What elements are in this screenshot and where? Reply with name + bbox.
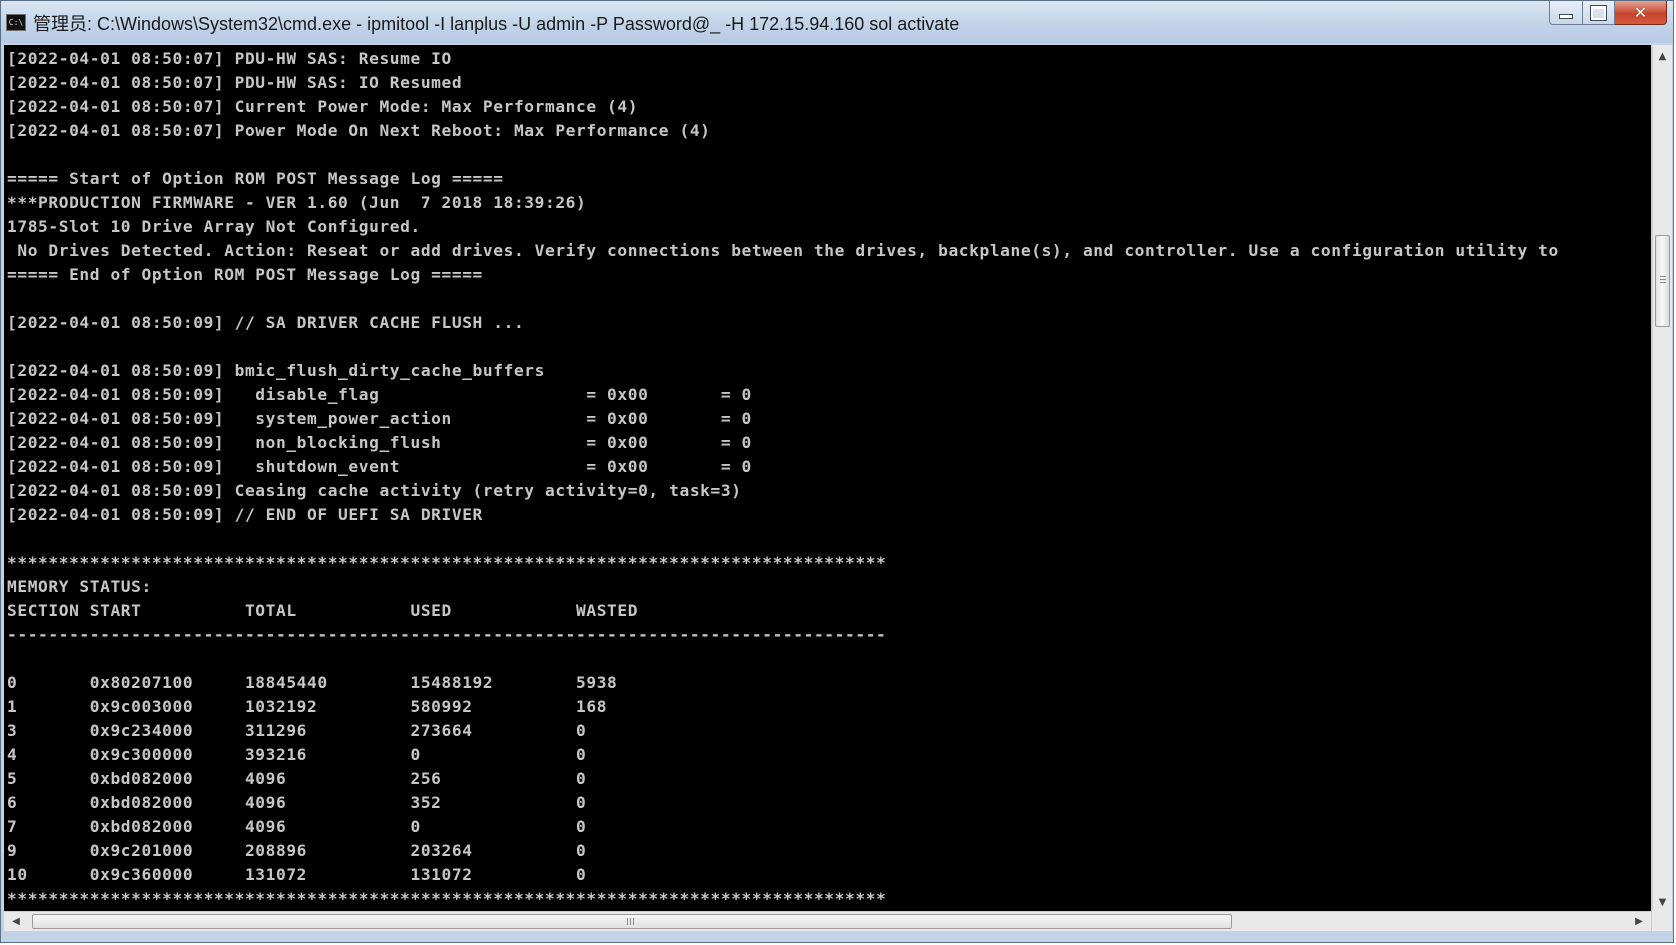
console-line: [2022-04-01 08:50:09] non_blocking_flush…	[7, 433, 752, 452]
maximize-button[interactable]	[1583, 1, 1615, 25]
console-line: ****************************************…	[7, 889, 887, 908]
scroll-left-arrow-icon[interactable]: ◀	[6, 912, 26, 931]
console-line: MEMORY STATUS:	[7, 577, 152, 596]
scroll-right-arrow-icon[interactable]: ▶	[1629, 912, 1649, 931]
console-line: SECTION START TOTAL USED WASTED	[7, 601, 639, 620]
window-title: 管理员: C:\Windows\System32\cmd.exe - ipmit…	[33, 14, 960, 34]
console-line: [2022-04-01 08:50:09] disable_flag = 0x0…	[7, 385, 752, 404]
console-line: [2022-04-01 08:50:07] Current Power Mode…	[7, 97, 639, 116]
scroll-up-arrow-icon[interactable]: ▲	[1653, 47, 1672, 65]
thumb-grip-icon	[1660, 276, 1666, 284]
console-line: 0 0x80207100 18845440 15488192 5938	[7, 673, 618, 692]
console-line: 6 0xbd082000 4096 352 0	[7, 793, 587, 812]
console-line: No Drives Detected. Action: Reseat or ad…	[7, 241, 1559, 260]
thumb-grip-icon	[627, 918, 635, 925]
scroll-down-arrow-icon[interactable]: ▼	[1653, 893, 1672, 911]
console-line: [2022-04-01 08:50:09] shutdown_event = 0…	[7, 457, 752, 476]
horizontal-scroll-thumb[interactable]	[32, 914, 1232, 929]
console-line: [2022-04-01 08:50:09] // END OF UEFI SA …	[7, 505, 483, 524]
minimize-icon	[1559, 14, 1573, 19]
title-bar[interactable]: C:\ 管理员: C:\Windows\System32\cmd.exe - i…	[1, 1, 1673, 43]
console-line: ****************************************…	[7, 553, 887, 572]
console-line: [2022-04-01 08:50:07] PDU-HW SAS: Resume…	[7, 49, 452, 68]
vertical-scroll-thumb[interactable]	[1655, 235, 1670, 327]
console-line: [2022-04-01 08:50:09] // SA DRIVER CACHE…	[7, 313, 525, 332]
console-line: ===== End of Option ROM POST Message Log…	[7, 265, 483, 284]
vertical-scrollbar[interactable]: ▲ ▼	[1652, 45, 1672, 911]
console-line: ***PRODUCTION FIRMWARE - VER 1.60 (Jun 7…	[7, 193, 587, 212]
console-line: [2022-04-01 08:50:09] system_power_actio…	[7, 409, 752, 428]
cmd-app-icon[interactable]: C:\	[6, 14, 26, 31]
console-text: [2022-04-01 08:50:07] PDU-HW SAS: Resume…	[4, 45, 1651, 911]
close-button[interactable]: ✕	[1615, 1, 1667, 25]
console-line: [2022-04-01 08:50:09] Ceasing cache acti…	[7, 481, 742, 500]
console-line: 1785-Slot 10 Drive Array Not Configured.	[7, 217, 421, 236]
console-line: 3 0x9c234000 311296 273664 0	[7, 721, 587, 740]
console-line: ----------------------------------------…	[7, 625, 887, 644]
console-output[interactable]: [2022-04-01 08:50:07] PDU-HW SAS: Resume…	[4, 45, 1651, 911]
resize-corner[interactable]	[1652, 911, 1672, 931]
caption-buttons: ✕	[1549, 1, 1667, 29]
console-line: 7 0xbd082000 4096 0 0	[7, 817, 587, 836]
maximize-icon	[1590, 4, 1607, 21]
close-icon: ✕	[1633, 3, 1648, 22]
console-line: 10 0x9c360000 131072 131072 0	[7, 865, 587, 884]
console-line: [2022-04-01 08:50:07] PDU-HW SAS: IO Res…	[7, 73, 463, 92]
horizontal-scrollbar[interactable]: ◀ ▶	[4, 911, 1651, 931]
console-line: 4 0x9c300000 393216 0 0	[7, 745, 587, 764]
cmd-window: C:\ 管理员: C:\Windows\System32\cmd.exe - i…	[0, 0, 1674, 943]
minimize-button[interactable]	[1549, 1, 1583, 25]
console-line: ===== Start of Option ROM POST Message L…	[7, 169, 504, 188]
console-line: 9 0x9c201000 208896 203264 0	[7, 841, 587, 860]
console-line: [2022-04-01 08:50:07] Power Mode On Next…	[7, 121, 711, 140]
console-line: 1 0x9c003000 1032192 580992 168	[7, 697, 608, 716]
console-line: 5 0xbd082000 4096 256 0	[7, 769, 587, 788]
console-line: [2022-04-01 08:50:09] bmic_flush_dirty_c…	[7, 361, 545, 380]
